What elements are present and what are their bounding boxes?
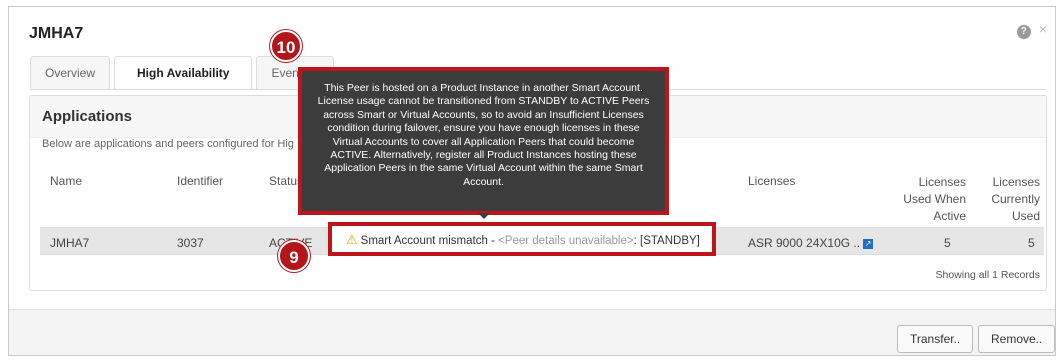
remove-button[interactable]: Remove.. — [978, 325, 1056, 353]
row-identifier: 3037 — [177, 236, 204, 250]
callout-badge-10: 10 — [270, 30, 302, 62]
peer-state-text: : [STANDBY] — [633, 235, 700, 247]
callout-badge-9: 9 — [278, 240, 310, 272]
dialog-title: JMHA7 — [29, 25, 84, 42]
peer-tooltip: This Peer is hosted on a Product Instanc… — [298, 67, 669, 215]
row-licenses: ASR 9000 24X10G .. ↗ — [748, 236, 874, 250]
transfer-button[interactable]: Transfer.. — [897, 325, 974, 353]
tooltip-arrow — [478, 213, 490, 219]
column-used-when-active-line1: Licenses — [918, 175, 966, 189]
column-licenses[interactable]: Licenses — [748, 174, 795, 188]
panel-description: Below are applications and peers configu… — [42, 138, 294, 150]
row-used-when-active: 5 — [944, 236, 951, 250]
column-used-when-active[interactable]: Licenses Used When Active — [903, 174, 966, 225]
external-link-icon[interactable]: ↗ — [863, 238, 874, 249]
tab-overview[interactable]: Overview — [30, 56, 111, 89]
close-icon[interactable]: × — [1039, 21, 1047, 37]
table-row[interactable]: JMHA7 3037 ACTIVE ⚠Smart Account mismatc… — [40, 222, 1044, 256]
warning-icon: ⚠ — [346, 232, 358, 247]
peer-unavailable-text: <Peer details unavailable> — [498, 235, 634, 247]
top-icons: ? × — [1016, 21, 1047, 39]
row-name: JMHA7 — [50, 236, 90, 250]
peer-mismatch-text: Smart Account mismatch - — [360, 235, 499, 247]
column-currently-used-line3: Used — [1011, 209, 1040, 223]
peer-status[interactable]: ⚠ Smart Account mismatch - <Peer details … — [346, 232, 700, 248]
row-licenses-link[interactable]: ASR 9000 24X10G .. — [748, 236, 860, 250]
column-used-when-active-line2: Used When — [903, 192, 966, 206]
column-currently-used-line2: Currently — [991, 192, 1040, 206]
column-currently-used[interactable]: Licenses Currently Used — [991, 174, 1040, 225]
row-currently-used: 5 — [1028, 236, 1035, 250]
peer-status-callout-box: ⚠ Smart Account mismatch - <Peer details … — [328, 222, 716, 256]
panel-title: Applications — [42, 108, 133, 125]
column-identifier[interactable]: Identifier — [177, 174, 223, 188]
column-currently-used-line1: Licenses — [992, 175, 1040, 189]
column-used-when-active-line3: Active — [933, 209, 966, 223]
records-count: Showing all 1 Records — [935, 269, 1040, 281]
tab-high-availability[interactable]: High Availability — [114, 56, 253, 90]
help-icon[interactable]: ? — [1016, 25, 1031, 39]
column-name[interactable]: Name — [50, 174, 82, 188]
